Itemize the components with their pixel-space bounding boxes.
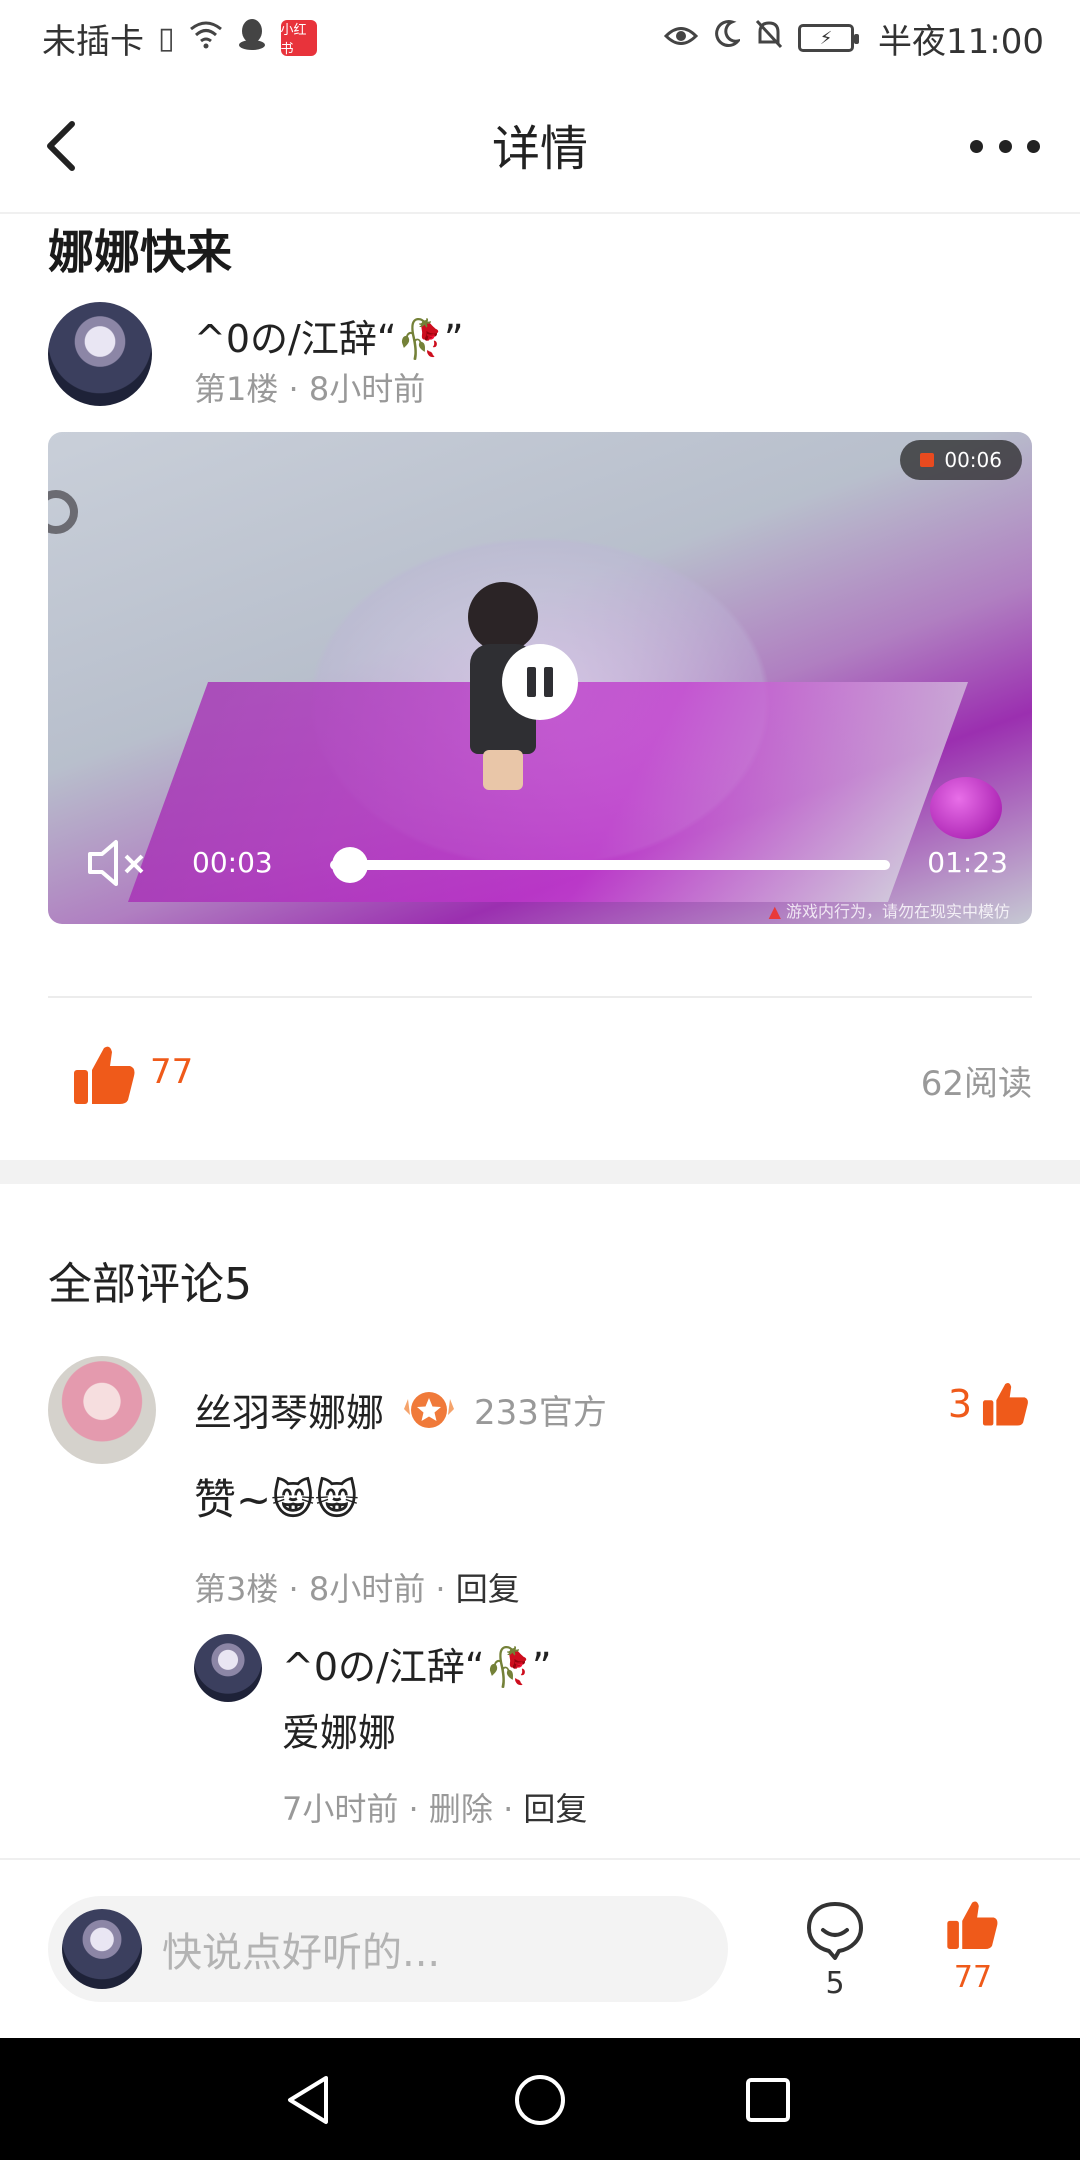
thumbs-up-icon <box>982 1382 1028 1426</box>
record-badge: 00:06 <box>900 440 1022 480</box>
reply-item: ^0の/江辞“🥀” 爱娜娜 7小时前 · 删除 · 回复 <box>194 1634 1024 1864</box>
status-bar: 未插卡 ▯ 小红书 ⚡ 半夜11:00 <box>0 0 1080 76</box>
nav-recent-button[interactable] <box>740 2072 796 2128</box>
comment-meta: 第3楼 · 8小时前 · 回复 <box>194 1564 520 1610</box>
record-time: 00:06 <box>944 448 1002 472</box>
read-count: 62阅读 <box>920 1064 1032 1104</box>
nav-home-button[interactable] <box>512 2072 568 2128</box>
nav-back-button[interactable] <box>280 2072 336 2128</box>
comment-floor-time: 第3楼 · 8小时前 · <box>194 1570 456 1608</box>
reply-time: 7小时前 · <box>282 1790 429 1828</box>
post-title: 娜娜快来 <box>48 225 232 279</box>
comment-like-button[interactable]: 3 <box>948 1378 1032 1430</box>
back-button[interactable] <box>40 114 100 178</box>
more-dot-icon <box>998 139 1012 153</box>
chevron-left-icon <box>47 121 75 171</box>
comments-button[interactable]: 5 <box>800 1900 870 2010</box>
comment-input-bar: 快说点好听的... 5 77 <box>0 1858 1080 2038</box>
official-badge-icon <box>404 1391 455 1428</box>
commenter-row: 丝羽琴娜娜 233官方 <box>194 1382 607 1437</box>
video-warning: ▲ 游戏内行为，请勿在现实中模仿 <box>769 898 1010 922</box>
post-like-count: 77 <box>150 1052 194 1092</box>
progress-track[interactable] <box>330 860 890 870</box>
comment-input-placeholder: 快说点好听的... <box>162 1930 441 1976</box>
qq-icon <box>237 18 267 58</box>
clock-text: 半夜11:00 <box>878 21 1044 62</box>
delete-link[interactable]: 删除 <box>429 1790 493 1828</box>
sim-alert-icon: ▯ <box>158 20 175 56</box>
battery-icon: ⚡ <box>798 24 860 52</box>
post-author-row: ^0の/江辞“🥀” 第1楼 · 8小时前 <box>48 302 1048 412</box>
reply-author[interactable]: ^0の/江辞“🥀” <box>282 1636 552 1691</box>
pause-bar-icon <box>544 667 553 697</box>
reply-meta: 7小时前 · 删除 · 回复 <box>282 1784 587 1830</box>
comment-input[interactable]: 快说点好听的... <box>48 1896 728 2002</box>
author-name[interactable]: ^0の/江辞“🥀” <box>194 308 464 363</box>
record-icon <box>920 453 935 467</box>
speaker-muted-icon <box>88 840 144 886</box>
current-time: 00:03 <box>192 846 273 879</box>
eye-icon <box>663 18 699 58</box>
status-bar-left: 未插卡 ▯ 小红书 <box>42 14 317 63</box>
triangle-back-icon <box>288 2076 328 2124</box>
status-bar-right: ⚡ 半夜11:00 <box>663 14 1044 63</box>
bottom-like-count: 77 <box>953 1960 993 1995</box>
post-stats-row: 77 62阅读 <box>48 1040 1032 1120</box>
pause-bar-icon <box>527 667 536 697</box>
more-dot-icon <box>970 139 983 153</box>
warning-icon: ▲ <box>768 902 781 921</box>
moon-icon <box>712 18 742 58</box>
my-avatar <box>62 1909 142 1989</box>
reply-text: 爱娜娜 <box>282 1711 397 1755</box>
mute-button[interactable] <box>86 836 150 890</box>
pause-button[interactable] <box>502 644 578 720</box>
comment-text: 赞~😸😸 <box>194 1475 359 1524</box>
commenter-name[interactable]: 丝羽琴娜娜 <box>194 1382 384 1437</box>
comments-heading: 全部评论5 <box>48 1259 252 1310</box>
system-nav-bar <box>0 2038 1080 2160</box>
video-ring <box>48 490 78 534</box>
video-player[interactable]: 00:06 00:03 01:23 ▲ 游戏内行为，请勿在现实中模仿 <box>48 432 1032 924</box>
more-dot-icon <box>1027 139 1040 153</box>
video-ball <box>930 777 1002 839</box>
progress-knob[interactable] <box>332 847 369 883</box>
page-title: 详情 <box>491 121 588 177</box>
official-badge-text: 233官方 <box>474 1393 607 1433</box>
circle-home-icon <box>515 2075 565 2125</box>
thumbs-up-icon <box>74 1046 135 1104</box>
video-warning-text: 游戏内行为，请勿在现实中模仿 <box>785 902 1010 921</box>
comments-count: 5 <box>825 1966 845 2001</box>
more-options-button[interactable] <box>970 126 1040 166</box>
section-separator <box>0 1160 1080 1184</box>
reply-reply-link[interactable]: 回复 <box>523 1790 587 1828</box>
top-app-bar: 详情 <box>0 76 1080 214</box>
reply-link[interactable]: 回复 <box>456 1570 520 1608</box>
post-like-button[interactable] <box>70 1040 140 1110</box>
comment-bubble-icon <box>807 1902 863 1960</box>
bottom-like-button[interactable]: 77 <box>938 1896 1008 2006</box>
carrier-text: 未插卡 <box>42 21 144 62</box>
post-meta: 第1楼 · 8小时前 <box>194 370 426 408</box>
thumbs-up-icon <box>947 1901 998 1950</box>
reply-sep: · <box>492 1790 524 1828</box>
reply-avatar[interactable] <box>194 1634 262 1702</box>
total-time: 01:23 <box>927 846 1008 879</box>
bell-muted-icon <box>754 18 784 59</box>
comment-like-count: 3 <box>947 1382 972 1426</box>
wifi-icon <box>189 19 223 57</box>
divider <box>48 996 1032 998</box>
author-avatar[interactable] <box>48 302 152 406</box>
commenter-avatar[interactable] <box>48 1356 156 1464</box>
app-badge: 小红书 <box>280 20 317 57</box>
square-recent-icon <box>746 2078 790 2122</box>
